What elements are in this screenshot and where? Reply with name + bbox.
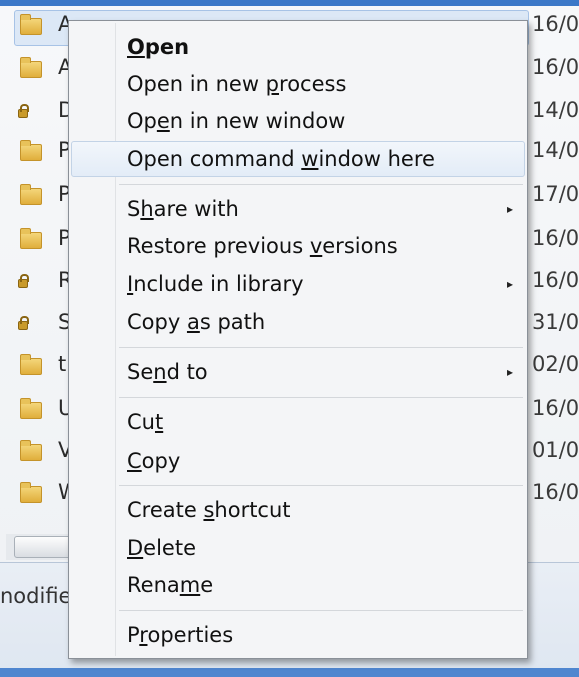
lock-icon xyxy=(18,274,29,288)
folder-icon xyxy=(20,354,42,375)
status-bar-strip xyxy=(0,668,579,677)
file-date: 31/0 xyxy=(532,310,579,334)
folder-icon xyxy=(20,57,42,78)
menu-item-include-in-library[interactable]: Include in library ▸ xyxy=(71,266,525,302)
menu-item-cut[interactable]: Cut xyxy=(71,404,525,440)
file-date: 16/0 xyxy=(532,226,579,250)
file-name: t xyxy=(58,352,67,376)
details-pane-label: nodifie xyxy=(0,584,72,608)
submenu-arrow-icon: ▸ xyxy=(506,365,513,379)
folder-icon xyxy=(20,140,42,161)
lock-icon xyxy=(18,104,29,118)
menu-separator xyxy=(119,184,523,185)
folder-icon xyxy=(20,440,42,461)
folder-icon xyxy=(20,482,42,503)
file-date: 14/0 xyxy=(532,98,579,122)
menu-item-delete[interactable]: Delete xyxy=(71,530,525,566)
menu-item-open-in-new-window[interactable]: Open in new window xyxy=(71,103,525,139)
menu-item-restore-previous-versions[interactable]: Restore previous versions xyxy=(71,228,525,264)
menu-item-rename[interactable]: Rename xyxy=(71,567,525,603)
menu-item-copy-as-path[interactable]: Copy as path xyxy=(71,304,525,340)
menu-item-properties[interactable]: Properties xyxy=(71,617,525,653)
file-date: 16/0 xyxy=(532,12,579,36)
context-menu: Open Open in new process Open in new win… xyxy=(68,20,528,659)
submenu-arrow-icon: ▸ xyxy=(506,277,513,291)
menu-item-send-to[interactable]: Send to ▸ xyxy=(71,354,525,390)
menu-item-copy[interactable]: Copy xyxy=(71,443,525,479)
file-date: 16/0 xyxy=(532,55,579,79)
menu-item-open[interactable]: Open xyxy=(71,29,525,65)
lock-icon xyxy=(18,316,29,330)
folder-icon xyxy=(20,184,42,205)
menu-item-open-in-new-process[interactable]: Open in new process xyxy=(71,66,525,102)
file-date: 14/0 xyxy=(532,138,579,162)
file-date: 02/0 xyxy=(532,352,579,376)
file-date: 16/0 xyxy=(532,396,579,420)
title-bar-strip xyxy=(0,0,579,6)
menu-separator xyxy=(119,397,523,398)
menu-separator xyxy=(119,347,523,348)
menu-separator xyxy=(119,485,523,486)
folder-icon xyxy=(20,228,42,249)
file-date: 16/0 xyxy=(532,480,579,504)
file-date: 01/0 xyxy=(532,438,579,462)
menu-separator xyxy=(119,610,523,611)
menu-item-open-command-window-here[interactable]: Open command window here xyxy=(71,141,525,177)
horizontal-scrollbar-thumb[interactable] xyxy=(14,536,74,558)
file-date: 17/0 xyxy=(532,182,579,206)
submenu-arrow-icon: ▸ xyxy=(506,202,513,216)
menu-item-create-shortcut[interactable]: Create shortcut xyxy=(71,492,525,528)
file-date: 16/0 xyxy=(532,268,579,292)
folder-icon xyxy=(20,14,42,35)
menu-item-share-with[interactable]: Share with ▸ xyxy=(71,191,525,227)
folder-icon xyxy=(20,398,42,419)
